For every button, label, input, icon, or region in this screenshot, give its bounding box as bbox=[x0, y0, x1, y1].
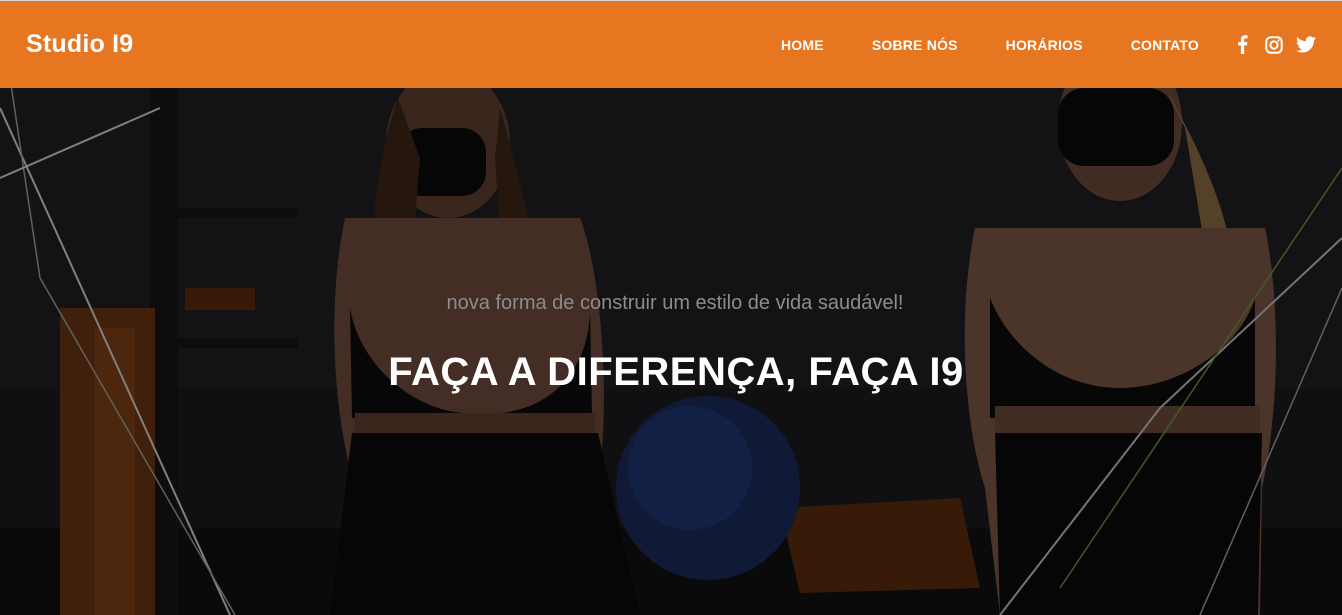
brand-logo[interactable]: Studio I9 bbox=[26, 30, 133, 59]
nav-item-contato[interactable]: CONTATO bbox=[1131, 37, 1199, 53]
hero-headline: FAÇA A DIFERENÇA, FAÇA I9 bbox=[388, 350, 964, 394]
navbar: Studio I9 HOME SOBRE NÓS HORÁRIOS CONTAT… bbox=[0, 0, 1342, 88]
nav-item-horarios[interactable]: HORÁRIOS bbox=[1006, 37, 1083, 53]
nav-item-sobre-nos[interactable]: SOBRE NÓS bbox=[872, 37, 958, 53]
hero-section: nova forma de construir um estilo de vid… bbox=[0, 88, 1342, 615]
social-links bbox=[1232, 35, 1316, 55]
instagram-icon[interactable] bbox=[1264, 35, 1284, 55]
twitter-icon[interactable] bbox=[1296, 35, 1316, 55]
facebook-icon[interactable] bbox=[1232, 35, 1252, 55]
hero-text: nova forma de construir um estilo de vid… bbox=[0, 88, 1342, 615]
nav-item-home[interactable]: HOME bbox=[781, 37, 824, 53]
hero-subtitle: nova forma de construir um estilo de vid… bbox=[446, 292, 904, 314]
main-nav: HOME SOBRE NÓS HORÁRIOS CONTATO bbox=[781, 37, 1199, 53]
